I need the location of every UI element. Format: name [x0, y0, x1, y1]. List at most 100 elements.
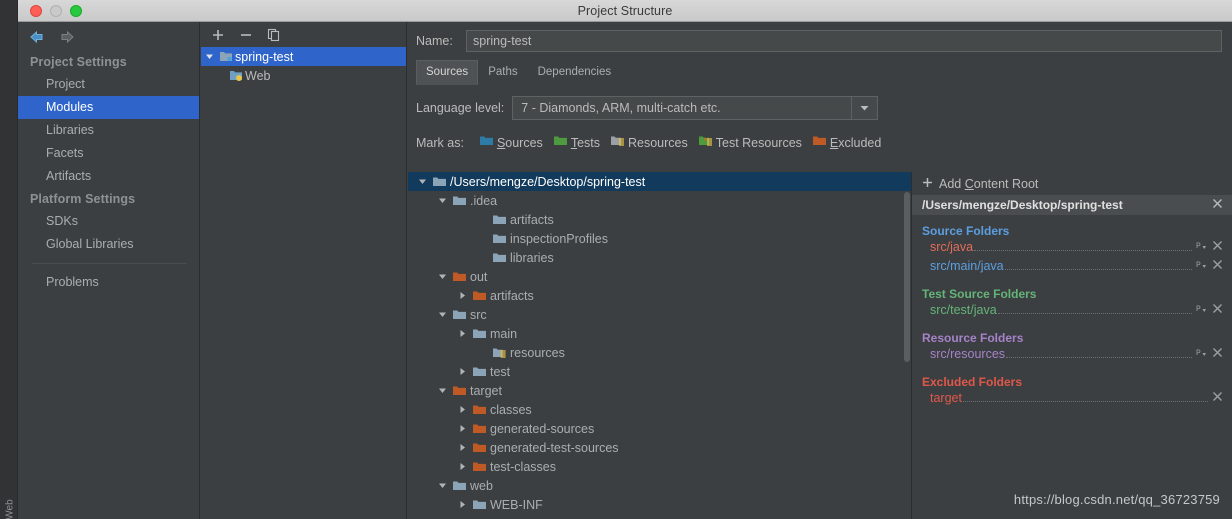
- chevron-down-icon[interactable]: [434, 386, 450, 395]
- sidebar-item-project[interactable]: Project: [18, 73, 199, 96]
- content-root-tree[interactable]: /Users/mengze/Desktop/spring-test .idea ar…: [408, 172, 912, 519]
- chevron-right-icon[interactable]: [454, 424, 470, 433]
- mark-as-sources-button[interactable]: Sources: [477, 132, 548, 154]
- folder-entry-row[interactable]: src/resources P: [912, 347, 1232, 366]
- mark-as-tests-button[interactable]: Tests: [551, 132, 605, 154]
- chevron-down-icon[interactable]: [434, 310, 450, 319]
- project-structure-dialog: Web Project Structure Project Settings P…: [0, 0, 1232, 519]
- add-module-button[interactable]: [211, 28, 225, 42]
- chevron-right-icon[interactable]: [454, 405, 470, 414]
- mark-as-sources-label: Sources: [496, 136, 543, 150]
- folders-section-title: Test Source Folders: [922, 287, 1037, 301]
- folder-entry-actions: P: [1196, 240, 1232, 254]
- sidebar-item-global-libraries[interactable]: Global Libraries: [18, 233, 199, 256]
- mark-as-excluded-button[interactable]: Excluded: [810, 132, 886, 154]
- folder-gray-icon: [450, 479, 469, 492]
- tree-row[interactable]: test-classes: [408, 457, 911, 476]
- chevron-down-icon[interactable]: [201, 52, 217, 61]
- tree-row[interactable]: artifacts: [408, 210, 911, 229]
- tree-row[interactable]: web: [408, 476, 911, 495]
- remove-folder-icon[interactable]: [1212, 391, 1223, 405]
- sources-lower-area: /Users/mengze/Desktop/spring-test .idea ar…: [408, 172, 1232, 519]
- remove-module-button[interactable]: [239, 28, 253, 42]
- folders-section-title: Excluded Folders: [922, 375, 1023, 389]
- folder-entry-actions: [1212, 391, 1232, 405]
- module-row-spring-test[interactable]: spring-test: [201, 47, 406, 66]
- chevron-down-icon[interactable]: [434, 272, 450, 281]
- arrow-left-icon[interactable]: [28, 29, 46, 45]
- remove-folder-icon[interactable]: [1212, 240, 1223, 254]
- tree-row[interactable]: WEB-INF: [408, 495, 911, 514]
- left-strip-web-label[interactable]: Web: [5, 490, 16, 519]
- svg-text:P: P: [1196, 261, 1201, 270]
- tree-row[interactable]: classes: [408, 400, 911, 419]
- module-row-web[interactable]: Web: [201, 66, 406, 85]
- tree-row[interactable]: resources: [408, 343, 911, 362]
- chevron-right-icon[interactable]: [454, 329, 470, 338]
- tree-scrollbar[interactable]: [904, 192, 910, 362]
- mark-as-test-resources-button[interactable]: Test Resources: [696, 132, 807, 154]
- folder-entry-path: src/resources: [930, 347, 1006, 361]
- tree-row[interactable]: libraries: [408, 248, 911, 267]
- dotted-leader: [974, 250, 1192, 251]
- tree-row-label: WEB-INF: [490, 497, 543, 512]
- tree-row[interactable]: target: [408, 381, 911, 400]
- tree-row[interactable]: inspectionProfiles: [408, 229, 911, 248]
- tree-row[interactable]: test: [408, 362, 911, 381]
- module-name-row: Name:: [408, 22, 1232, 52]
- package-prefix-icon[interactable]: P: [1196, 347, 1207, 361]
- folder-entry-row[interactable]: target: [912, 391, 1232, 410]
- tree-row[interactable]: src: [408, 305, 911, 324]
- chevron-right-icon[interactable]: [454, 367, 470, 376]
- sidebar-item-facets[interactable]: Facets: [18, 142, 199, 165]
- tree-row[interactable]: .idea: [408, 191, 911, 210]
- tree-row[interactable]: /Users/mengze/Desktop/spring-test: [408, 172, 911, 191]
- folder-excluded-icon: [470, 403, 489, 416]
- folder-entry-row[interactable]: src/java P: [912, 240, 1232, 259]
- chevron-down-icon[interactable]: [434, 196, 450, 205]
- sidebar-item-modules[interactable]: Modules: [18, 96, 199, 119]
- tree-row-label: web: [470, 478, 493, 493]
- folder-entry-row[interactable]: src/test/java P: [912, 303, 1232, 322]
- remove-folder-icon[interactable]: [1212, 347, 1223, 361]
- chevron-down-icon[interactable]: [434, 481, 450, 490]
- plus-icon: [922, 177, 933, 191]
- chevron-right-icon[interactable]: [454, 462, 470, 471]
- dotted-leader: [997, 313, 1192, 314]
- package-prefix-icon[interactable]: P: [1196, 259, 1207, 273]
- sidebar-item-libraries[interactable]: Libraries: [18, 119, 199, 142]
- package-prefix-icon[interactable]: P: [1196, 240, 1207, 254]
- module-name-input[interactable]: [466, 30, 1222, 52]
- folder-entry-row[interactable]: src/main/java P: [912, 259, 1232, 278]
- tab-sources[interactable]: Sources: [416, 60, 479, 85]
- remove-folder-icon[interactable]: [1212, 303, 1223, 317]
- tree-row[interactable]: artifacts: [408, 286, 911, 305]
- tree-row[interactable]: generated-sources: [408, 419, 911, 438]
- remove-folder-icon[interactable]: [1212, 259, 1223, 273]
- chevron-down-icon[interactable]: [851, 97, 878, 119]
- remove-content-root-icon[interactable]: [1212, 198, 1232, 212]
- tab-dependencies[interactable]: Dependencies: [528, 60, 622, 85]
- language-level-select[interactable]: 7 - Diamonds, ARM, multi-catch etc.: [512, 96, 879, 120]
- tree-row[interactable]: out: [408, 267, 911, 286]
- add-content-root-button[interactable]: Add Content Root: [912, 172, 1232, 195]
- sidebar-item-sdks[interactable]: SDKs: [18, 210, 199, 233]
- copy-module-icon[interactable]: [267, 28, 281, 42]
- chevron-right-icon[interactable]: [454, 291, 470, 300]
- chevron-right-icon[interactable]: [454, 500, 470, 509]
- tree-row-label: target: [470, 383, 502, 398]
- package-prefix-icon[interactable]: P: [1196, 303, 1207, 317]
- tree-row[interactable]: main: [408, 324, 911, 343]
- tree-row[interactable]: generated-test-sources: [408, 438, 911, 457]
- chevron-down-icon[interactable]: [414, 177, 430, 186]
- folder-gray-icon: [450, 308, 469, 321]
- modules-panel: spring-test Web: [201, 22, 407, 519]
- sidebar-item-artifacts[interactable]: Artifacts: [18, 165, 199, 188]
- sidebar-item-problems[interactable]: Problems: [18, 271, 199, 294]
- chevron-right-icon[interactable]: [454, 443, 470, 452]
- dotted-leader: [1004, 269, 1192, 270]
- sidebar-group-project-settings: Project Settings: [30, 55, 127, 69]
- arrow-right-icon[interactable]: [58, 29, 76, 45]
- mark-as-resources-button[interactable]: Resources: [608, 132, 693, 154]
- tab-paths[interactable]: Paths: [478, 60, 527, 85]
